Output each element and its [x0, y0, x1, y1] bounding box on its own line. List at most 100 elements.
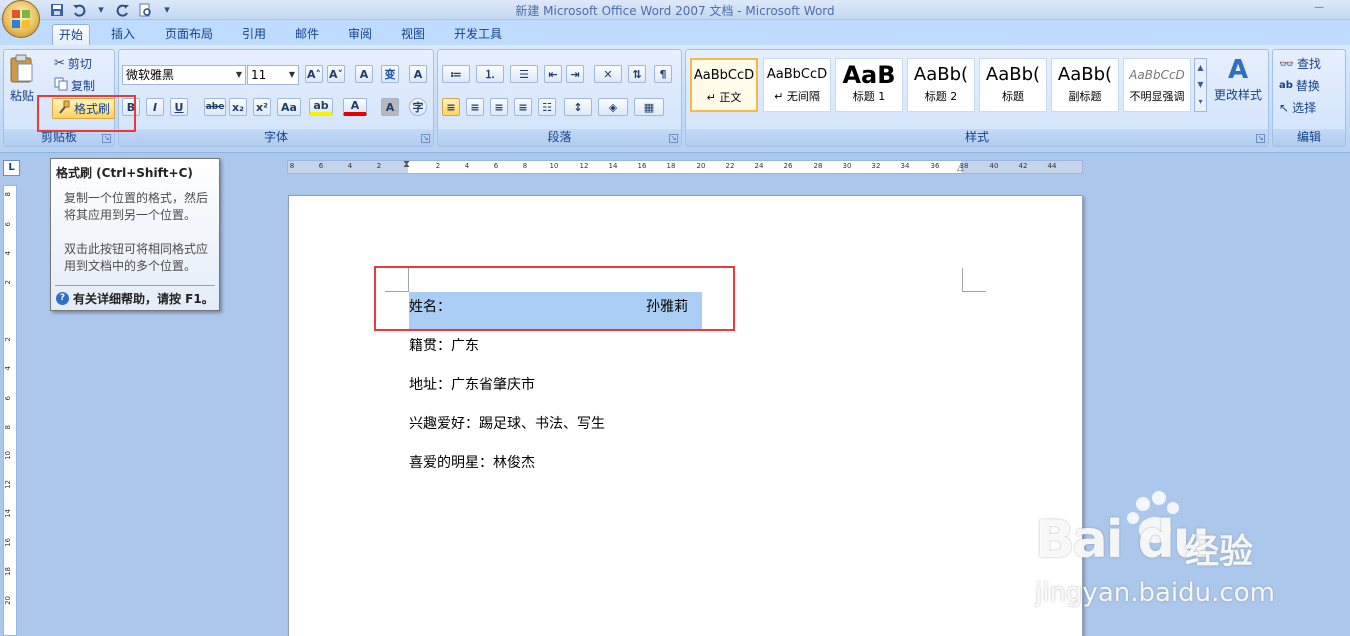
- style-title[interactable]: AaBb( 标题: [979, 58, 1047, 112]
- doc-line-favorite-star[interactable]: 喜爱的明星：林俊杰: [409, 452, 535, 472]
- copy-button[interactable]: 复制: [54, 77, 95, 94]
- clipboard-launcher-icon[interactable]: ↘: [102, 134, 111, 143]
- styles-group-label: 样式: [686, 129, 1268, 146]
- cut-button[interactable]: ✂ 剪切: [54, 55, 92, 72]
- indent-marker-icon[interactable]: ⧗: [403, 159, 410, 170]
- style-subtitle[interactable]: AaBb( 副标题: [1051, 58, 1119, 112]
- ruler-tick: 4: [4, 251, 12, 256]
- style-heading-1[interactable]: AaB 标题 1: [835, 58, 903, 112]
- decrease-indent-icon[interactable]: ⇤: [544, 65, 562, 83]
- strikethrough-icon[interactable]: abe: [204, 98, 226, 116]
- ruler-tick: 28: [813, 162, 823, 170]
- baidu-watermark: Bai du 经验 jingyan.baidu.com: [1035, 490, 1335, 610]
- multilevel-list-icon[interactable]: ☰: [510, 65, 538, 83]
- tab-references[interactable]: 引用: [234, 24, 274, 45]
- increase-indent-icon[interactable]: ⇥: [566, 65, 584, 83]
- ruler-tick: 6: [318, 162, 324, 170]
- style-no-spacing[interactable]: AaBbCcD ↵ 无间隔: [763, 58, 831, 112]
- distributed-icon[interactable]: ☷: [538, 98, 556, 116]
- ruler-tick: 24: [754, 162, 764, 170]
- change-case-icon[interactable]: Aa: [277, 98, 301, 116]
- font-launcher-icon[interactable]: ↘: [421, 134, 430, 143]
- tab-view[interactable]: 视图: [393, 24, 433, 45]
- replace-button[interactable]: ab 替换: [1279, 77, 1320, 94]
- styles-launcher-icon[interactable]: ↘: [1256, 134, 1265, 143]
- underline-icon[interactable]: U: [170, 98, 188, 116]
- font-group-label: 字体: [119, 129, 433, 146]
- minimize-button[interactable]: —: [1314, 2, 1324, 13]
- character-border-icon[interactable]: A: [409, 65, 427, 83]
- ruler-tick: 6: [493, 162, 499, 170]
- window-title: 新建 Microsoft Office Word 2007 文档 - Micro…: [515, 4, 835, 18]
- crop-mark-top-right: [962, 268, 986, 292]
- character-shading-icon[interactable]: A: [381, 98, 399, 116]
- ruler-tick: 6: [4, 396, 12, 401]
- text-highlight-icon[interactable]: ab: [309, 98, 333, 116]
- numbering-icon[interactable]: ⒈: [476, 65, 504, 83]
- ruler-tick: 2: [435, 162, 441, 170]
- copy-icon: [54, 77, 68, 94]
- tab-review[interactable]: 审阅: [340, 24, 380, 45]
- styles-group: AaBbCcD ↵ 正文 AaBbCcD ↵ 无间隔 AaB 标题 1 AaBb…: [685, 49, 1269, 147]
- grow-font-icon[interactable]: A˄: [305, 65, 323, 83]
- font-size-combo[interactable]: 11 ▼: [247, 65, 299, 85]
- shading-icon[interactable]: ◈: [598, 98, 628, 116]
- ruler-tick: 20: [4, 596, 12, 605]
- font-size-value: 11: [251, 68, 267, 82]
- tab-home[interactable]: 开始: [52, 24, 90, 45]
- find-button[interactable]: 👓 查找: [1279, 55, 1321, 72]
- ruler-tick: 8: [4, 192, 12, 197]
- doc-line-origin[interactable]: 籍贯：广东: [409, 335, 479, 355]
- italic-icon[interactable]: I: [146, 98, 164, 116]
- tooltip-help: ? 有关详细帮助，请按 F1。: [56, 290, 214, 307]
- superscript-icon[interactable]: x²: [253, 98, 271, 116]
- subscript-icon[interactable]: x₂: [229, 98, 247, 116]
- ruler-tick: 30: [842, 162, 852, 170]
- right-indent-marker-icon[interactable]: △: [957, 163, 964, 173]
- vertical-ruler[interactable]: 8 6 4 2 2 4 6 8 10 12 14 16 18 20: [3, 185, 17, 636]
- paste-button[interactable]: 粘贴: [9, 54, 35, 104]
- bullets-icon[interactable]: ≔: [442, 65, 470, 83]
- align-right-icon[interactable]: ≡: [490, 98, 508, 116]
- show-marks-icon[interactable]: ¶: [654, 65, 672, 83]
- ruler-tick: 8: [522, 162, 528, 170]
- ruler-tick: 4: [464, 162, 470, 170]
- justify-icon[interactable]: ≡: [514, 98, 532, 116]
- style-normal[interactable]: AaBbCcD ↵ 正文: [690, 58, 758, 112]
- paragraph-launcher-icon[interactable]: ↘: [669, 134, 678, 143]
- phonetic-guide-icon[interactable]: 变: [381, 65, 399, 83]
- title-bar: ▾ ▾ 新建 Microsoft Office Word 2007 文档 - M…: [0, 0, 1350, 20]
- line-spacing-icon[interactable]: ↕: [564, 98, 592, 116]
- chinese-layout-icon[interactable]: ✕: [594, 65, 622, 83]
- shrink-font-icon[interactable]: A˅: [327, 65, 345, 83]
- font-color-icon[interactable]: A: [343, 98, 367, 116]
- sort-icon[interactable]: ⇅: [628, 65, 646, 83]
- clear-formatting-icon[interactable]: A: [355, 65, 373, 83]
- tab-page-layout[interactable]: 页面布局: [157, 24, 221, 45]
- office-button[interactable]: [2, 0, 40, 38]
- horizontal-ruler[interactable]: 8 6 4 2 2 4 6 8 10 12 14 16 18 20 22 24 …: [287, 159, 1083, 174]
- select-button[interactable]: ↖ 选择: [1279, 99, 1316, 116]
- align-left-icon[interactable]: ≡: [442, 98, 460, 116]
- align-center-icon[interactable]: ≡: [466, 98, 484, 116]
- font-name-combo[interactable]: 微软雅黑 ▼: [122, 65, 246, 85]
- enclose-characters-icon[interactable]: 字: [409, 98, 427, 116]
- ribbon-tabs: 开始 插入 页面布局 引用 邮件 审阅 视图 开发工具: [0, 20, 1350, 45]
- change-styles-button[interactable]: A 更改样式: [1214, 56, 1262, 103]
- document-page[interactable]: 姓名： 孙雅莉 籍贯：广东 地址：广东省肇庆市 兴趣爱好：踢足球、书法、写生 喜…: [288, 195, 1083, 636]
- styles-scroll[interactable]: ▲ ▼ ▾: [1194, 58, 1207, 112]
- chevron-down-icon: ▼: [235, 70, 243, 79]
- ruler-tick: 14: [4, 509, 12, 518]
- tab-developer[interactable]: 开发工具: [446, 24, 510, 45]
- doc-line-address[interactable]: 地址：广东省肇庆市: [409, 374, 535, 394]
- tab-selector[interactable]: L: [3, 160, 20, 176]
- tab-insert[interactable]: 插入: [103, 24, 143, 45]
- watermark-text: 经验: [1185, 532, 1253, 572]
- doc-line-hobbies[interactable]: 兴趣爱好：踢足球、书法、写生: [409, 413, 605, 433]
- annotation-format-painter: [37, 95, 136, 132]
- tab-mailings[interactable]: 邮件: [287, 24, 327, 45]
- borders-icon[interactable]: ▦: [634, 98, 664, 116]
- ruler-tick: 18: [666, 162, 676, 170]
- style-subtle-emphasis[interactable]: AaBbCcD 不明显强调: [1123, 58, 1191, 112]
- style-heading-2[interactable]: AaBb( 标题 2: [907, 58, 975, 112]
